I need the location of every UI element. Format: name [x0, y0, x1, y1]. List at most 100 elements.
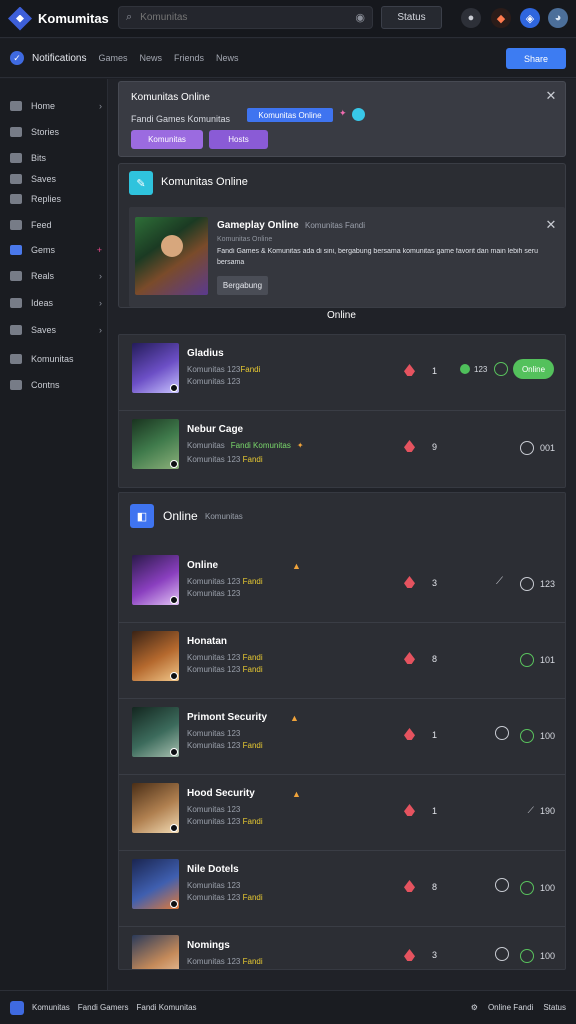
sidebar-item-label: Komunitas — [31, 354, 74, 364]
sidebar-item-reals[interactable]: Reals › — [10, 267, 102, 285]
meta-text: Komunitas 123 — [187, 665, 241, 674]
list-item[interactable]: Nomings Komunitas 123 Fandi 3 100 — [119, 927, 565, 969]
notice-card: Gameplay Online Komunitas Fandi ✕ Komuni… — [129, 207, 565, 307]
subnav-link-games[interactable]: Games — [98, 53, 127, 63]
sidebar-item-feed[interactable]: Feed — [10, 216, 102, 234]
online-label: Online — [327, 310, 356, 321]
bell-icon[interactable]: ● — [461, 8, 481, 28]
circle-icon — [10, 271, 22, 281]
community-icon — [10, 1000, 24, 1015]
meta-text: Komunitas 123 — [187, 365, 241, 374]
join-button[interactable]: Bergabung — [217, 276, 268, 295]
sidebar-item-saves-2[interactable]: Saves › — [10, 321, 102, 339]
sidebar-item-label: Stories — [31, 127, 60, 137]
avatar-badge — [170, 824, 178, 832]
search-input[interactable] — [140, 12, 356, 23]
ring-icon — [519, 949, 534, 963]
ring-icon — [495, 878, 509, 892]
community-icon: ◧ — [130, 504, 154, 528]
subnav-link-friends[interactable]: Friends — [174, 53, 204, 63]
meta-tag: Fandi — [242, 893, 263, 902]
sidebar-item-ideas[interactable]: Ideas › — [10, 294, 102, 312]
footer-right-1[interactable]: Online Fandi — [488, 1003, 533, 1012]
save-icon — [10, 174, 22, 184]
meta-tag: Fandi — [242, 817, 263, 826]
list-item[interactable]: Primont Security ▲ Komunitas 123 Komunit… — [119, 699, 565, 775]
ring-icon — [495, 947, 509, 961]
row-right: 100 — [519, 881, 555, 895]
meta-text: Komunitas — [187, 441, 225, 450]
list2-subtitle: Komunitas — [205, 512, 243, 521]
row-count: 9 — [432, 442, 438, 452]
list-item[interactable]: Gladius Komunitas 123Fandi Komunitas 123… — [119, 335, 565, 411]
row-count: 8 — [432, 882, 438, 892]
app-title: Komumitas — [38, 11, 109, 26]
sidebar-item-label: Feed — [31, 220, 52, 230]
row-name: Online — [187, 560, 219, 571]
search-box[interactable]: ⌕ ◉ — [118, 6, 373, 29]
close-icon[interactable]: ✕ — [543, 88, 559, 104]
sidebar-item-bits[interactable]: Bits — [10, 149, 102, 167]
warning-icon: ▲ — [290, 713, 299, 723]
row-count: 3 — [432, 578, 438, 588]
meta-text: Komunitas 123 — [187, 729, 241, 738]
sidebar-item-stories[interactable]: Stories — [10, 123, 102, 141]
game-hero-image — [135, 217, 208, 295]
sidebar-item-contns[interactable]: Contns — [10, 376, 102, 394]
footer-right: ⚙ Online Fandi Status — [471, 1003, 566, 1012]
footer-link-1[interactable]: Fandi Gamers — [78, 1003, 129, 1012]
idea-icon — [10, 298, 22, 308]
subnav-title: Notifications — [32, 52, 87, 64]
meta-text: Komunitas 123 — [187, 589, 241, 598]
avatar[interactable]: ◕ — [548, 8, 568, 28]
online-button[interactable]: Online — [513, 359, 554, 379]
mic-icon[interactable]: ◉ — [355, 11, 365, 24]
sidebar-item-label: Reals — [31, 271, 55, 281]
top-bar: Komumitas ⌕ ◉ Status ● ◆ ◈ ◕ — [0, 0, 576, 38]
hosts-pill[interactable]: Hosts — [209, 130, 268, 149]
list-item[interactable]: Honatan Komunitas 123 Fandi Komunitas 12… — [119, 623, 565, 699]
row-right: 101 — [519, 653, 555, 667]
plus-icon: + — [96, 245, 102, 255]
list-item[interactable]: Nile Dotels Komunitas 123 Komunitas 123 … — [119, 851, 565, 927]
meta-text: Komunitas 123 — [187, 893, 241, 902]
chat-icon: ✎ — [129, 171, 153, 195]
footer-label[interactable]: Komunitas — [32, 1003, 70, 1012]
sparkle-icon: ✦ — [339, 108, 347, 118]
flame-icon — [404, 364, 415, 376]
list-item[interactable]: Online ▲ Komunitas 123 Fandi Komunitas 1… — [119, 547, 565, 623]
sidebar-item-home[interactable]: Home › — [10, 97, 102, 115]
row-meta-2: Komunitas 123 Fandi — [187, 665, 263, 674]
list-item[interactable]: Nebur Cage Komunitas Fandi Komunitas ✦ Kom… — [119, 411, 565, 487]
close-icon[interactable]: ✕ — [543, 217, 559, 233]
settings-icon[interactable]: ⚙ — [471, 1003, 478, 1012]
row-right: 123 — [519, 577, 555, 591]
ring-icon — [495, 726, 509, 740]
subnav-link-more[interactable]: News — [216, 53, 239, 63]
status-button[interactable]: Status — [381, 6, 442, 29]
share-button[interactable]: Share — [506, 48, 566, 69]
row-value: 001 — [539, 443, 555, 453]
sidebar-item-komunitas[interactable]: Komunitas — [10, 350, 102, 368]
list-item[interactable]: Hood Security ▲ Komunitas 123 Komunitas … — [119, 775, 565, 851]
sidebar-item-replies[interactable]: Replies — [10, 190, 102, 208]
sidebar-item-gems[interactable]: Gems + — [10, 241, 102, 259]
shield-icon[interactable]: ◈ — [520, 8, 540, 28]
notification-icon[interactable]: ◆ — [491, 8, 511, 28]
footer-right-2[interactable]: Status — [543, 1003, 566, 1012]
ring-icon — [519, 577, 534, 591]
app-logo[interactable] — [8, 6, 32, 31]
meta-tag: Fandi — [242, 741, 263, 750]
sub-navigation: ✓ Notifications Games News Friends News … — [0, 39, 576, 78]
chevron-icon: › — [99, 101, 102, 111]
komunitas-pill[interactable]: Komunitas — [131, 130, 203, 149]
row-name: Honatan — [187, 636, 227, 647]
chevron-icon: › — [99, 271, 102, 281]
footer-link-2[interactable]: Fandi Komunitas — [136, 1003, 196, 1012]
sidebar-item-saves[interactable]: Saves — [10, 170, 102, 188]
flame-icon — [404, 728, 415, 740]
row-meta-1: Komunitas 123 — [187, 805, 240, 814]
subnav-link-news[interactable]: News — [139, 53, 162, 63]
meta-tag: Fandi — [240, 365, 261, 374]
meta-tag: Fandi — [242, 577, 263, 586]
